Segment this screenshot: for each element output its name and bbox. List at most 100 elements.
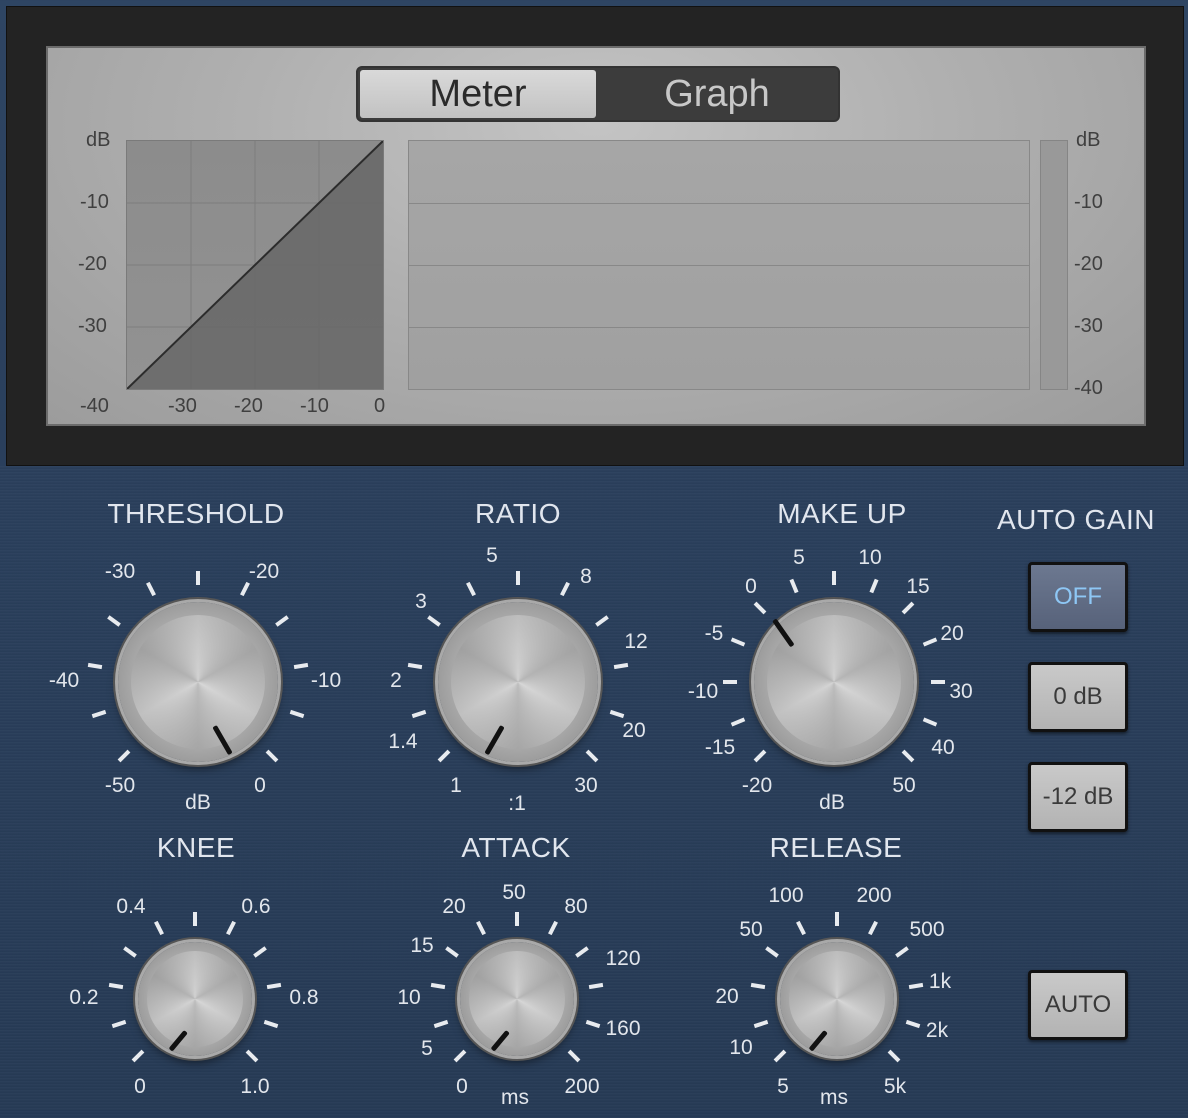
- makeup-scale-label: 0: [745, 575, 757, 598]
- knob-tick: [832, 571, 836, 585]
- auto-gain-minus12db-button[interactable]: -12 dB: [1028, 762, 1128, 832]
- knob-tick: [835, 912, 839, 926]
- knee-scale-label: 0.4: [116, 895, 146, 918]
- ratio-scale-label: 2: [390, 669, 402, 692]
- release-unit: ms: [820, 1086, 848, 1109]
- ratio-unit: :1: [508, 792, 526, 815]
- threshold-title: THRESHOLD: [107, 498, 285, 529]
- threshold-scale-label: -10: [310, 669, 342, 692]
- attack-scale-label: 5: [421, 1037, 433, 1060]
- makeup-scale-label: -15: [704, 736, 736, 759]
- knee-scale-label: 0.2: [69, 986, 99, 1009]
- threshold-unit: dB: [185, 791, 211, 814]
- gain-reduction-meter: [1040, 140, 1068, 390]
- meter-label: -40: [1074, 377, 1103, 399]
- attack-title: ATTACK: [461, 832, 571, 863]
- knob-tick: [193, 912, 197, 926]
- makeup-scale-label: 10: [858, 546, 882, 569]
- release-scale-label: 1k: [928, 970, 952, 993]
- knee-scale-label: 0: [134, 1075, 146, 1098]
- ratio-title: RATIO: [475, 498, 561, 529]
- meter-label: -10: [1074, 191, 1103, 213]
- makeup-scale-label: -20: [741, 774, 773, 797]
- threshold-scale-label: -50: [104, 774, 136, 797]
- makeup-scale-label: -10: [687, 680, 719, 703]
- ratio-scale-label: 5: [486, 544, 498, 567]
- attack-scale-label: 15: [410, 934, 434, 957]
- curve-y-label: -40: [80, 395, 109, 417]
- auto-gain-0db-button[interactable]: 0 dB: [1028, 662, 1128, 732]
- meter-label: -20: [1074, 253, 1103, 275]
- attack-scale-label: 10: [397, 986, 421, 1009]
- transfer-curve-svg: [127, 141, 383, 389]
- knee-scale-label: 0.8: [289, 986, 319, 1009]
- attack-scale-label: 0: [456, 1075, 468, 1098]
- attack-scale-label: 160: [605, 1017, 641, 1040]
- threshold-scale-label: -20: [248, 560, 280, 583]
- curve-x-label: -10: [300, 395, 329, 417]
- meter-unit: dB: [1076, 129, 1101, 151]
- ratio-knob[interactable]: [438, 602, 598, 762]
- makeup-scale-label: -5: [704, 622, 724, 645]
- attack-scale-label: 120: [605, 947, 641, 970]
- knob-tick: [196, 571, 200, 585]
- makeup-scale-label: 15: [906, 575, 930, 598]
- ratio-scale-label: 8: [580, 565, 592, 588]
- ratio-scale-label: 30: [574, 774, 598, 797]
- knee-scale-label: 1.0: [240, 1075, 270, 1098]
- threshold-scale-label: 0: [254, 774, 266, 797]
- makeup-title: MAKE UP: [777, 498, 907, 529]
- attack-unit: ms: [501, 1086, 529, 1109]
- ratio-scale-label: 3: [415, 590, 427, 613]
- release-scale-label: 50: [739, 918, 763, 941]
- knob-tick: [723, 680, 737, 684]
- threshold-scale-label: -30: [104, 560, 136, 583]
- transfer-curve-graph: [126, 140, 384, 390]
- ratio-scale-label: 12: [624, 630, 648, 653]
- release-knob[interactable]: [780, 942, 894, 1056]
- curve-y-label: -10: [80, 191, 109, 213]
- release-scale-label: 20: [715, 985, 739, 1008]
- makeup-scale-label: 30: [949, 680, 973, 703]
- makeup-scale-label: 50: [892, 774, 916, 797]
- makeup-scale-label: 5: [793, 546, 805, 569]
- release-scale-label: 5k: [883, 1075, 907, 1098]
- ratio-scale-label: 1.4: [388, 730, 418, 753]
- attack-scale-label: 50: [502, 881, 526, 904]
- knob-tick: [931, 680, 945, 684]
- attack-scale-label: 80: [564, 895, 588, 918]
- attack-scale-label: 20: [442, 895, 466, 918]
- curve-y-unit: dB: [86, 129, 111, 151]
- release-scale-label: 200: [856, 884, 892, 907]
- curve-x-label: 0: [374, 395, 386, 417]
- meter-history-graph: [408, 140, 1030, 390]
- auto-gain-off-button[interactable]: OFF: [1028, 562, 1128, 632]
- release-scale-label: 10: [729, 1036, 753, 1059]
- tab-meter[interactable]: Meter: [360, 70, 596, 118]
- curve-y-label: -30: [78, 315, 107, 337]
- knee-title: KNEE: [156, 832, 236, 863]
- ratio-scale-label: 1: [450, 774, 462, 797]
- release-scale-label: 100: [768, 884, 804, 907]
- threshold-knob[interactable]: [118, 602, 278, 762]
- knee-scale-label: 0.6: [241, 895, 271, 918]
- curve-x-label: -30: [168, 395, 197, 417]
- release-scale-label: 500: [909, 918, 945, 941]
- meter-label: -30: [1074, 315, 1103, 337]
- release-title: RELEASE: [769, 832, 903, 863]
- ratio-scale-label: 20: [622, 719, 646, 742]
- threshold-scale-label: -40: [48, 669, 80, 692]
- curve-y-label: -20: [78, 253, 107, 275]
- view-mode-switch: Meter Graph: [356, 66, 840, 122]
- makeup-scale-label: 20: [940, 622, 964, 645]
- knob-tick: [515, 912, 519, 926]
- release-scale-label: 5: [777, 1075, 789, 1098]
- release-scale-label: 2k: [925, 1019, 949, 1042]
- auto-button[interactable]: AUTO: [1028, 970, 1128, 1040]
- tab-graph[interactable]: Graph: [598, 70, 836, 118]
- attack-knob[interactable]: [460, 942, 574, 1056]
- makeup-scale-label: 40: [931, 736, 955, 759]
- curve-x-label: -20: [234, 395, 263, 417]
- auto-gain-title: AUTO GAIN: [996, 504, 1155, 535]
- knee-knob[interactable]: [138, 942, 252, 1056]
